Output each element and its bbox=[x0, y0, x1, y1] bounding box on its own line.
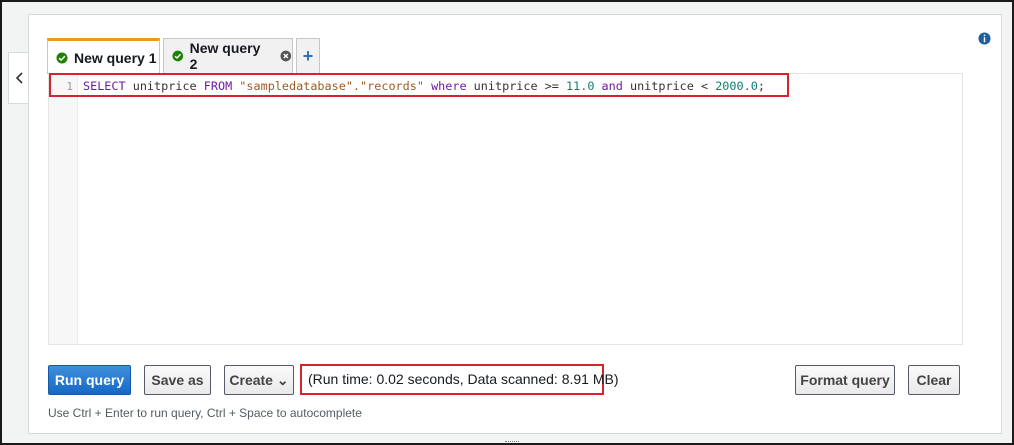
tab-label: New query 1 bbox=[74, 49, 157, 66]
info-icon[interactable] bbox=[978, 32, 991, 45]
collapse-sidebar-button[interactable] bbox=[8, 52, 30, 104]
keyboard-shortcut-hint: Use Ctrl + Enter to run query, Ctrl + Sp… bbox=[48, 406, 362, 420]
save-as-button[interactable]: Save as bbox=[144, 365, 211, 395]
run-query-button[interactable]: Run query bbox=[48, 365, 131, 395]
tab-label: New query 2 bbox=[189, 40, 261, 72]
chevron-left-icon bbox=[15, 72, 23, 84]
tab-new-query-1[interactable]: New query 1 bbox=[47, 38, 160, 74]
query-highlight-box bbox=[49, 73, 789, 97]
resize-grip[interactable] bbox=[505, 441, 519, 443]
clear-button[interactable]: Clear bbox=[908, 365, 960, 395]
sql-editor[interactable]: 1 SELECT unitprice FROM "sampledatabase"… bbox=[48, 73, 963, 345]
line-number-gutter: 1 bbox=[49, 74, 78, 344]
close-icon[interactable] bbox=[280, 50, 292, 62]
create-dropdown-button[interactable]: Create ⌄ bbox=[224, 365, 294, 395]
tab-new-query-2[interactable]: New query 2 bbox=[163, 38, 293, 73]
check-circle-icon bbox=[56, 52, 68, 63]
format-query-button[interactable]: Format query bbox=[795, 365, 895, 395]
plus-icon: + bbox=[302, 45, 314, 66]
add-tab-button[interactable]: + bbox=[296, 38, 320, 73]
query-status: (Run time: 0.02 seconds, Data scanned: 8… bbox=[308, 371, 619, 387]
check-circle-icon bbox=[172, 50, 184, 62]
